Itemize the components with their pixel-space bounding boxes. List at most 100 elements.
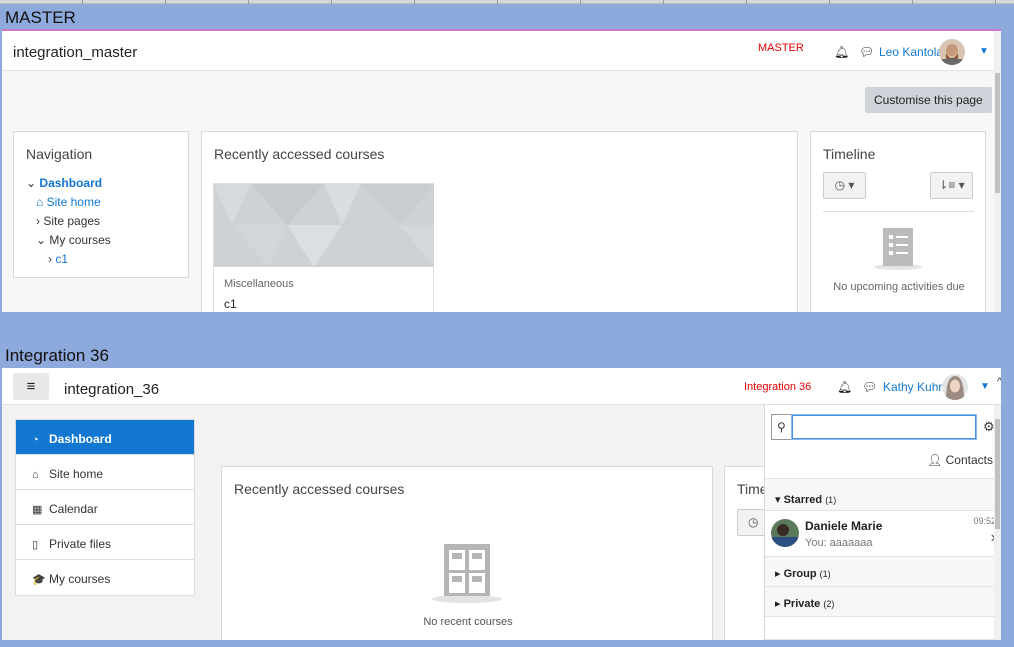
nav-my-courses-label: My courses [49, 233, 111, 247]
course-category: Miscellaneous [224, 278, 294, 290]
timeline-sort-dropdown[interactable]: ⇂≡ ▾ [930, 172, 973, 199]
page-scrollbar[interactable] [994, 405, 1001, 640]
search-icon: ⚲ [777, 420, 786, 434]
caret-right-icon: ▸ [775, 598, 781, 610]
dashboard-icon: ◔ [32, 434, 39, 446]
course-card[interactable]: Miscellaneous c1 [213, 183, 434, 312]
sidebar-item-label: Dashboard [49, 432, 112, 446]
chevron-right-icon: › [48, 252, 52, 266]
nav-tree: ⌄ Dashboard ⌂ Site home › Site pages ⌄ M… [26, 176, 111, 271]
customise-page-button[interactable]: Customise this page [865, 87, 992, 113]
avatar[interactable] [939, 39, 965, 65]
avatar[interactable] [942, 374, 968, 400]
site-name[interactable]: integration_master [13, 44, 137, 61]
chat-icon[interactable]: 💬︎ [859, 45, 874, 59]
chevron-down-icon: ⌄ [36, 233, 47, 247]
course-image [214, 184, 434, 267]
master-window: integration_master MASTER 🔔︎ 💬︎ Leo Kant… [2, 29, 1001, 312]
recent-courses-block: Recently accessed courses No recent cour… [221, 466, 713, 640]
starred-count: (1) [825, 495, 837, 505]
sidebar-item-label: My courses [49, 572, 111, 586]
private-label: Private [783, 598, 821, 610]
drawer-section-divider [765, 616, 1001, 640]
starred-section-header[interactable]: ▾ Starred (1) [765, 478, 1001, 510]
sort-icon: ⇂≡ [938, 178, 956, 192]
sidebar-item-dashboard[interactable]: ◔ Dashboard [16, 420, 194, 455]
clock-icon: ◷ [748, 515, 759, 529]
course-name[interactable]: c1 [224, 297, 237, 311]
home-icon: ⌂ [32, 469, 39, 481]
home-icon: ⌂ [36, 195, 44, 209]
clock-icon: ◷ [834, 178, 846, 192]
empty-list-icon [873, 226, 923, 276]
chevron-right-icon: › [36, 214, 40, 228]
nav-dashboard-label: Dashboard [39, 176, 103, 190]
calendar-icon: ▦ [32, 504, 43, 516]
nav-site-home[interactable]: ⌂ Site home [26, 195, 111, 214]
integration-caption: Integration 36 [5, 346, 109, 365]
environment-tag: MASTER [758, 42, 804, 54]
sidebar-item-calendar[interactable]: ▦ Calendar [16, 490, 194, 525]
nav-my-courses[interactable]: ⌄ My courses [26, 233, 111, 252]
nav-course-c1[interactable]: › c1 [26, 252, 111, 271]
sidebar-nav: ◔ Dashboard ⌂ Site home ▦ Calendar ▯ Private… [15, 419, 195, 596]
contact-avatar [771, 519, 799, 547]
user-icon: 👤︎ [927, 453, 943, 467]
private-section-header[interactable]: ▸ Private (2) [765, 586, 1001, 616]
timeline-empty-text: No upcoming activities due [833, 281, 965, 293]
bell-icon[interactable]: 🔔︎ [834, 45, 849, 59]
recent-courses-title: Recently accessed courses [234, 481, 405, 497]
private-count: (2) [823, 599, 835, 609]
message-time: 09:52 [973, 516, 996, 526]
navigation-block: Navigation ⌄ Dashboard ⌂ Site home › Sit… [13, 131, 189, 278]
hamburger-menu-icon[interactable]: ≡ [13, 373, 49, 400]
page-scrollbar[interactable] [994, 31, 1001, 312]
nav-dashboard[interactable]: ⌄ Dashboard [26, 176, 111, 195]
contacts-label: Contacts [945, 453, 993, 467]
sidebar-item-private-files[interactable]: ▯ Private files [16, 525, 194, 560]
sidebar-item-label: Private files [49, 537, 112, 551]
site-name[interactable]: integration_36 [64, 381, 159, 398]
environment-tag: Integration 36 [744, 381, 812, 393]
contact-name: Daniele Marie [805, 519, 883, 533]
chevron-down-icon: ⌄ [26, 176, 37, 190]
navigation-title: Navigation [26, 146, 93, 162]
user-menu-caret-icon[interactable]: ▼ [980, 381, 990, 392]
message-search: ⚲ [771, 414, 977, 440]
sidebar-item-site-home[interactable]: ⌂ Site home [16, 455, 194, 490]
spreadsheet-grid-strip [0, 0, 1014, 4]
timeline-title: Timeline [823, 146, 876, 162]
file-icon: ▯ [32, 539, 39, 551]
contacts-link[interactable]: 👤︎ Contacts [927, 453, 993, 467]
timeline-filter-dropdown[interactable]: ◷ ▾ [823, 172, 866, 199]
graduation-cap-icon: 🎓 [32, 574, 46, 586]
empty-courses-icon [431, 542, 503, 609]
chevron-up-icon[interactable]: ^ [997, 376, 1001, 388]
gear-icon[interactable]: ⚙ [983, 419, 995, 435]
recent-courses-block: Recently accessed courses Miscellaneous … [201, 131, 798, 312]
message-preview: You: aaaaaaa [805, 537, 873, 549]
timeline-title: Time [737, 481, 768, 497]
group-section-header[interactable]: ▸ Group (1) [765, 556, 1001, 586]
user-name[interactable]: Kathy Kuhn [883, 380, 945, 394]
timeline-block: Timeline ◷ ▾ ⇂≡ ▾ No upcoming activities… [810, 131, 986, 312]
nav-site-pages[interactable]: › Site pages [26, 214, 111, 233]
sidebar-item-label: Site home [49, 467, 104, 481]
divider [823, 211, 974, 212]
nav-site-home-label: Site home [46, 195, 101, 209]
user-menu-caret-icon[interactable]: ▼ [979, 46, 989, 57]
message-search-input[interactable] [791, 414, 977, 440]
user-name[interactable]: Leo Kantola [879, 45, 943, 59]
sidebar-item-label: Calendar [49, 502, 98, 516]
caret-right-icon: ▸ [775, 568, 781, 580]
chat-icon[interactable]: 💬︎ [862, 380, 877, 394]
nav-course-label: c1 [55, 252, 69, 266]
nav-site-pages-label: Site pages [43, 214, 101, 228]
bell-icon[interactable]: 🔔︎ [837, 380, 852, 394]
recent-courses-empty-text: No recent courses [423, 616, 513, 628]
sidebar-item-my-courses[interactable]: 🎓 My courses [16, 560, 194, 595]
conversation-item[interactable]: Daniele Marie You: aaaaaaa 09:52 › [765, 510, 1001, 553]
caret-down-icon: ▾ [775, 494, 781, 506]
recent-courses-title: Recently accessed courses [214, 146, 385, 162]
group-count: (1) [819, 569, 831, 579]
